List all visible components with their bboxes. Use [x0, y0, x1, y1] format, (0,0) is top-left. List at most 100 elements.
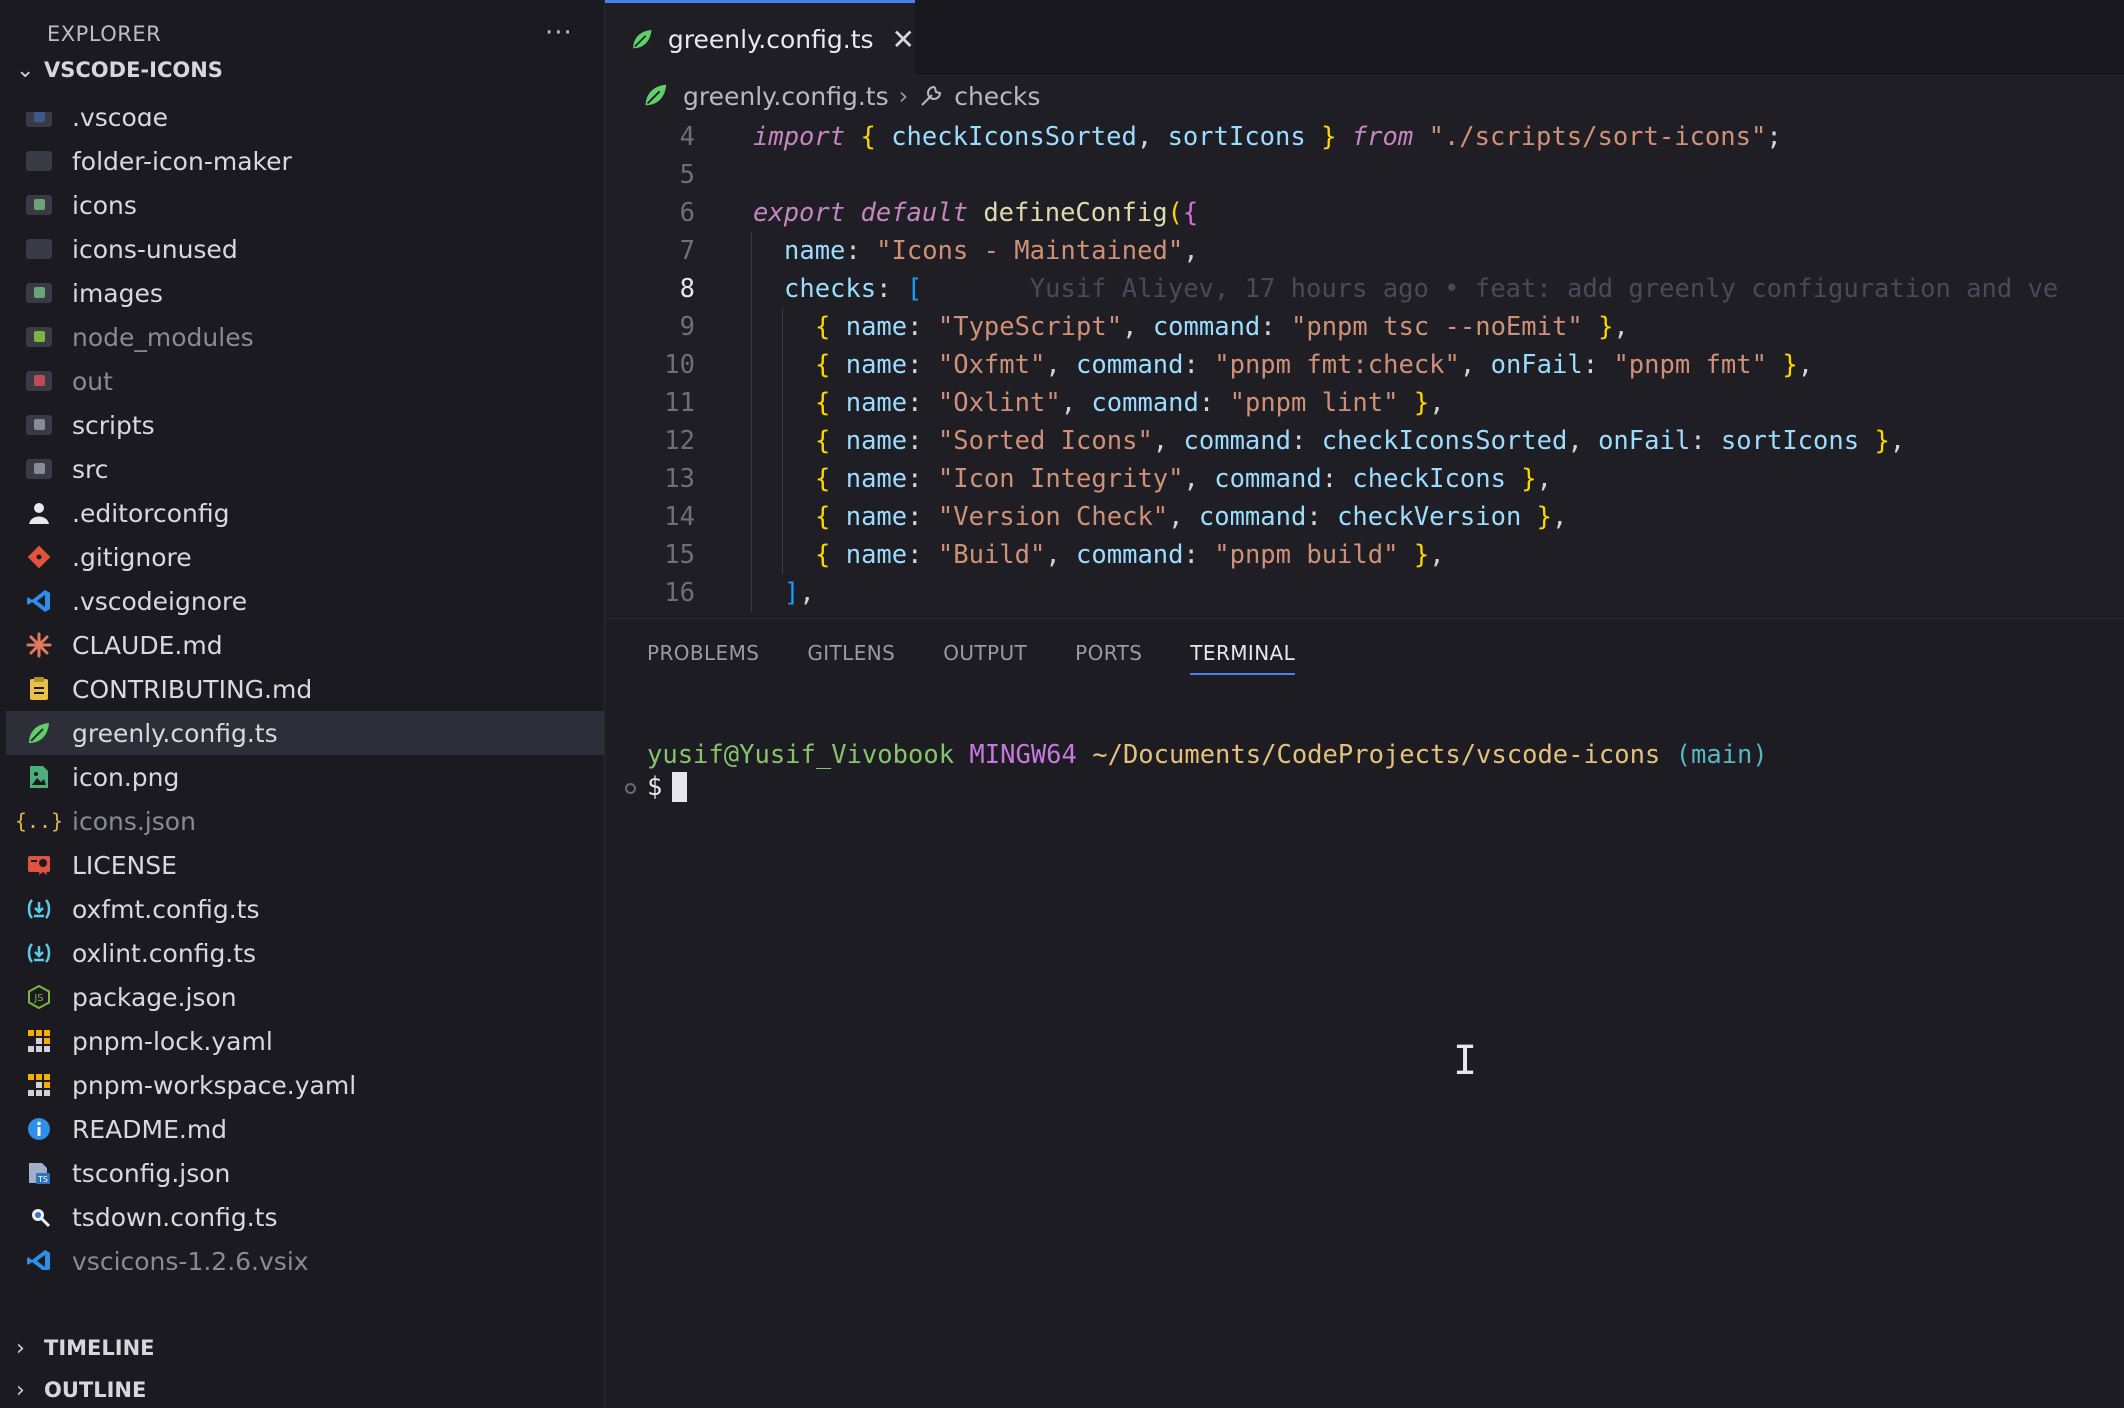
outline-section[interactable]: › OUTLINE: [16, 1370, 146, 1408]
tree-item[interactable]: README.md: [6, 1107, 604, 1151]
tab-terminal[interactable]: TERMINAL: [1190, 641, 1296, 675]
code-token: :: [1306, 502, 1338, 532]
tree-item[interactable]: greenly.config.ts: [6, 711, 604, 755]
tree-item[interactable]: src: [6, 447, 604, 491]
tree-item[interactable]: CLAUDE.md: [6, 623, 604, 667]
tree-item[interactable]: folder-icon-maker: [6, 139, 604, 183]
tree-item[interactable]: icon.png: [6, 755, 604, 799]
tree-item[interactable]: CONTRIBUTING.md: [6, 667, 604, 711]
image-file-icon: [22, 763, 56, 791]
code-token: {: [815, 312, 831, 342]
indent-guide: [751, 536, 752, 574]
tree-item[interactable]: out: [6, 359, 604, 403]
line-number: 12: [664, 426, 695, 456]
line-number: 11: [664, 388, 695, 418]
tree-item-label: package.json: [72, 982, 237, 1012]
code-line[interactable]: 5: [605, 156, 2124, 194]
code-token: :: [1183, 540, 1215, 570]
code-token: command: [1091, 388, 1199, 418]
tree-item-label: oxfmt.config.ts: [72, 894, 260, 924]
code-token: ,: [1429, 540, 1445, 570]
indent-guide: [751, 346, 752, 384]
tree-item[interactable]: oxfmt.config.ts: [6, 887, 604, 931]
breadcrumb-symbol[interactable]: checks: [954, 82, 1040, 111]
code-token: sortIcons: [1720, 426, 1860, 456]
git-icon: [22, 543, 56, 571]
code-token: "pnpm build": [1214, 540, 1399, 570]
tree-item[interactable]: .vscodeignore: [6, 579, 604, 623]
code-line[interactable]: 11 { name: "Oxlint", command: "pnpm lint"…: [605, 384, 2124, 422]
tree-item[interactable]: pnpm-workspace.yaml: [6, 1063, 604, 1107]
more-actions-icon[interactable]: ···: [545, 18, 573, 48]
code-token: name: [784, 236, 846, 266]
code-token: name: [845, 350, 908, 380]
terminal-input-line[interactable]: $: [625, 771, 1768, 803]
workspace-root[interactable]: ⌄ VSCODE-ICONS: [16, 50, 223, 90]
code-line[interactable]: 12 { name: "Sorted Icons", command: check…: [605, 422, 2124, 460]
tree-item[interactable]: LICENSE: [6, 843, 604, 887]
tree-item[interactable]: tsdown.config.ts: [6, 1195, 604, 1239]
tree-item[interactable]: scripts: [6, 403, 604, 447]
tree-item-label: .vscode: [72, 112, 169, 132]
code-token: (: [1167, 198, 1183, 228]
tree-item[interactable]: TS tsconfig.json: [6, 1151, 604, 1195]
code-line[interactable]: 4 import { checkIconsSorted, sortIcons } …: [605, 118, 2124, 156]
tab-ports[interactable]: PORTS: [1075, 641, 1142, 675]
tree-item[interactable]: pnpm-lock.yaml: [6, 1019, 604, 1063]
tab-greenly-config[interactable]: greenly.config.ts ✕: [605, 0, 915, 76]
tab-gitlens[interactable]: GITLENS: [807, 641, 895, 675]
folder-out-icon: [22, 367, 56, 395]
code-line[interactable]: 13 { name: "Icon Integrity", command: che…: [605, 460, 2124, 498]
tree-item[interactable]: oxlint.config.ts: [6, 931, 604, 975]
code-token: checkIcons: [1352, 464, 1506, 494]
code-token: :: [907, 426, 938, 456]
code-token: "pnpm fmt": [1613, 350, 1767, 380]
close-icon[interactable]: ✕: [892, 23, 915, 56]
timeline-section[interactable]: › TIMELINE: [16, 1328, 155, 1368]
code-token: :: [907, 388, 938, 418]
tree-item-label: folder-icon-maker: [72, 146, 292, 176]
tree-item[interactable]: {..} icons.json: [6, 799, 604, 843]
code-line[interactable]: 6 export default defineConfig({: [605, 194, 2124, 232]
code-line[interactable]: 7 name: "Icons - Maintained",: [605, 232, 2124, 270]
folder-images-icon: [22, 191, 56, 219]
code-line[interactable]: 9 { name: "TypeScript", command: "pnpm ts…: [605, 308, 2124, 346]
tree-item[interactable]: JS package.json: [6, 975, 604, 1019]
tree-item[interactable]: node_modules: [6, 315, 604, 359]
code-token: name: [845, 312, 908, 342]
code-line[interactable]: 14 { name: "Version Check", command: chec…: [605, 498, 2124, 536]
tree-item[interactable]: images: [6, 271, 604, 315]
tree-item[interactable]: vscicons-1.2.6.vsix: [6, 1239, 604, 1270]
code-line[interactable]: 15 { name: "Build", command: "pnpm build"…: [605, 536, 2124, 574]
tab-output[interactable]: OUTPUT: [943, 641, 1027, 675]
tsconfig-icon: TS: [22, 1159, 56, 1187]
code-token: command: [1183, 426, 1291, 456]
tree-item[interactable]: icons: [6, 183, 604, 227]
code-token: }: [1413, 388, 1430, 418]
code-line[interactable]: 10 { name: "Oxfmt", command: "pnpm fmt:ch…: [605, 346, 2124, 384]
tree-item[interactable]: .gitignore: [6, 535, 604, 579]
tree-item[interactable]: .editorconfig: [6, 491, 604, 535]
tab-problems[interactable]: PROBLEMS: [647, 641, 759, 675]
breadcrumb-file[interactable]: greenly.config.ts: [683, 82, 889, 111]
tree-item[interactable]: icons-unused: [6, 227, 604, 271]
tree-item-label: tsconfig.json: [72, 1158, 231, 1188]
code-token: }: [1782, 350, 1798, 380]
indent-guide: [751, 232, 752, 270]
folder-scripts-icon: [22, 411, 56, 439]
terminal[interactable]: yusif@Yusif_Vivobook MINGW64 ~/Documents…: [625, 739, 1768, 803]
terminal-prompt: $: [647, 772, 663, 802]
code-editor[interactable]: 4 import { checkIconsSorted, sortIcons } …: [605, 118, 2124, 618]
code-line[interactable]: 16],: [605, 574, 2124, 612]
code-text: { name: "Version Check", command: checkV…: [815, 502, 1567, 532]
tree-item[interactable]: .vscode: [6, 112, 604, 139]
code-token: }: [1874, 426, 1890, 456]
code-line[interactable]: 8 checks: [ Yusif Aliyev, 17 hours ago • …: [605, 270, 2124, 308]
